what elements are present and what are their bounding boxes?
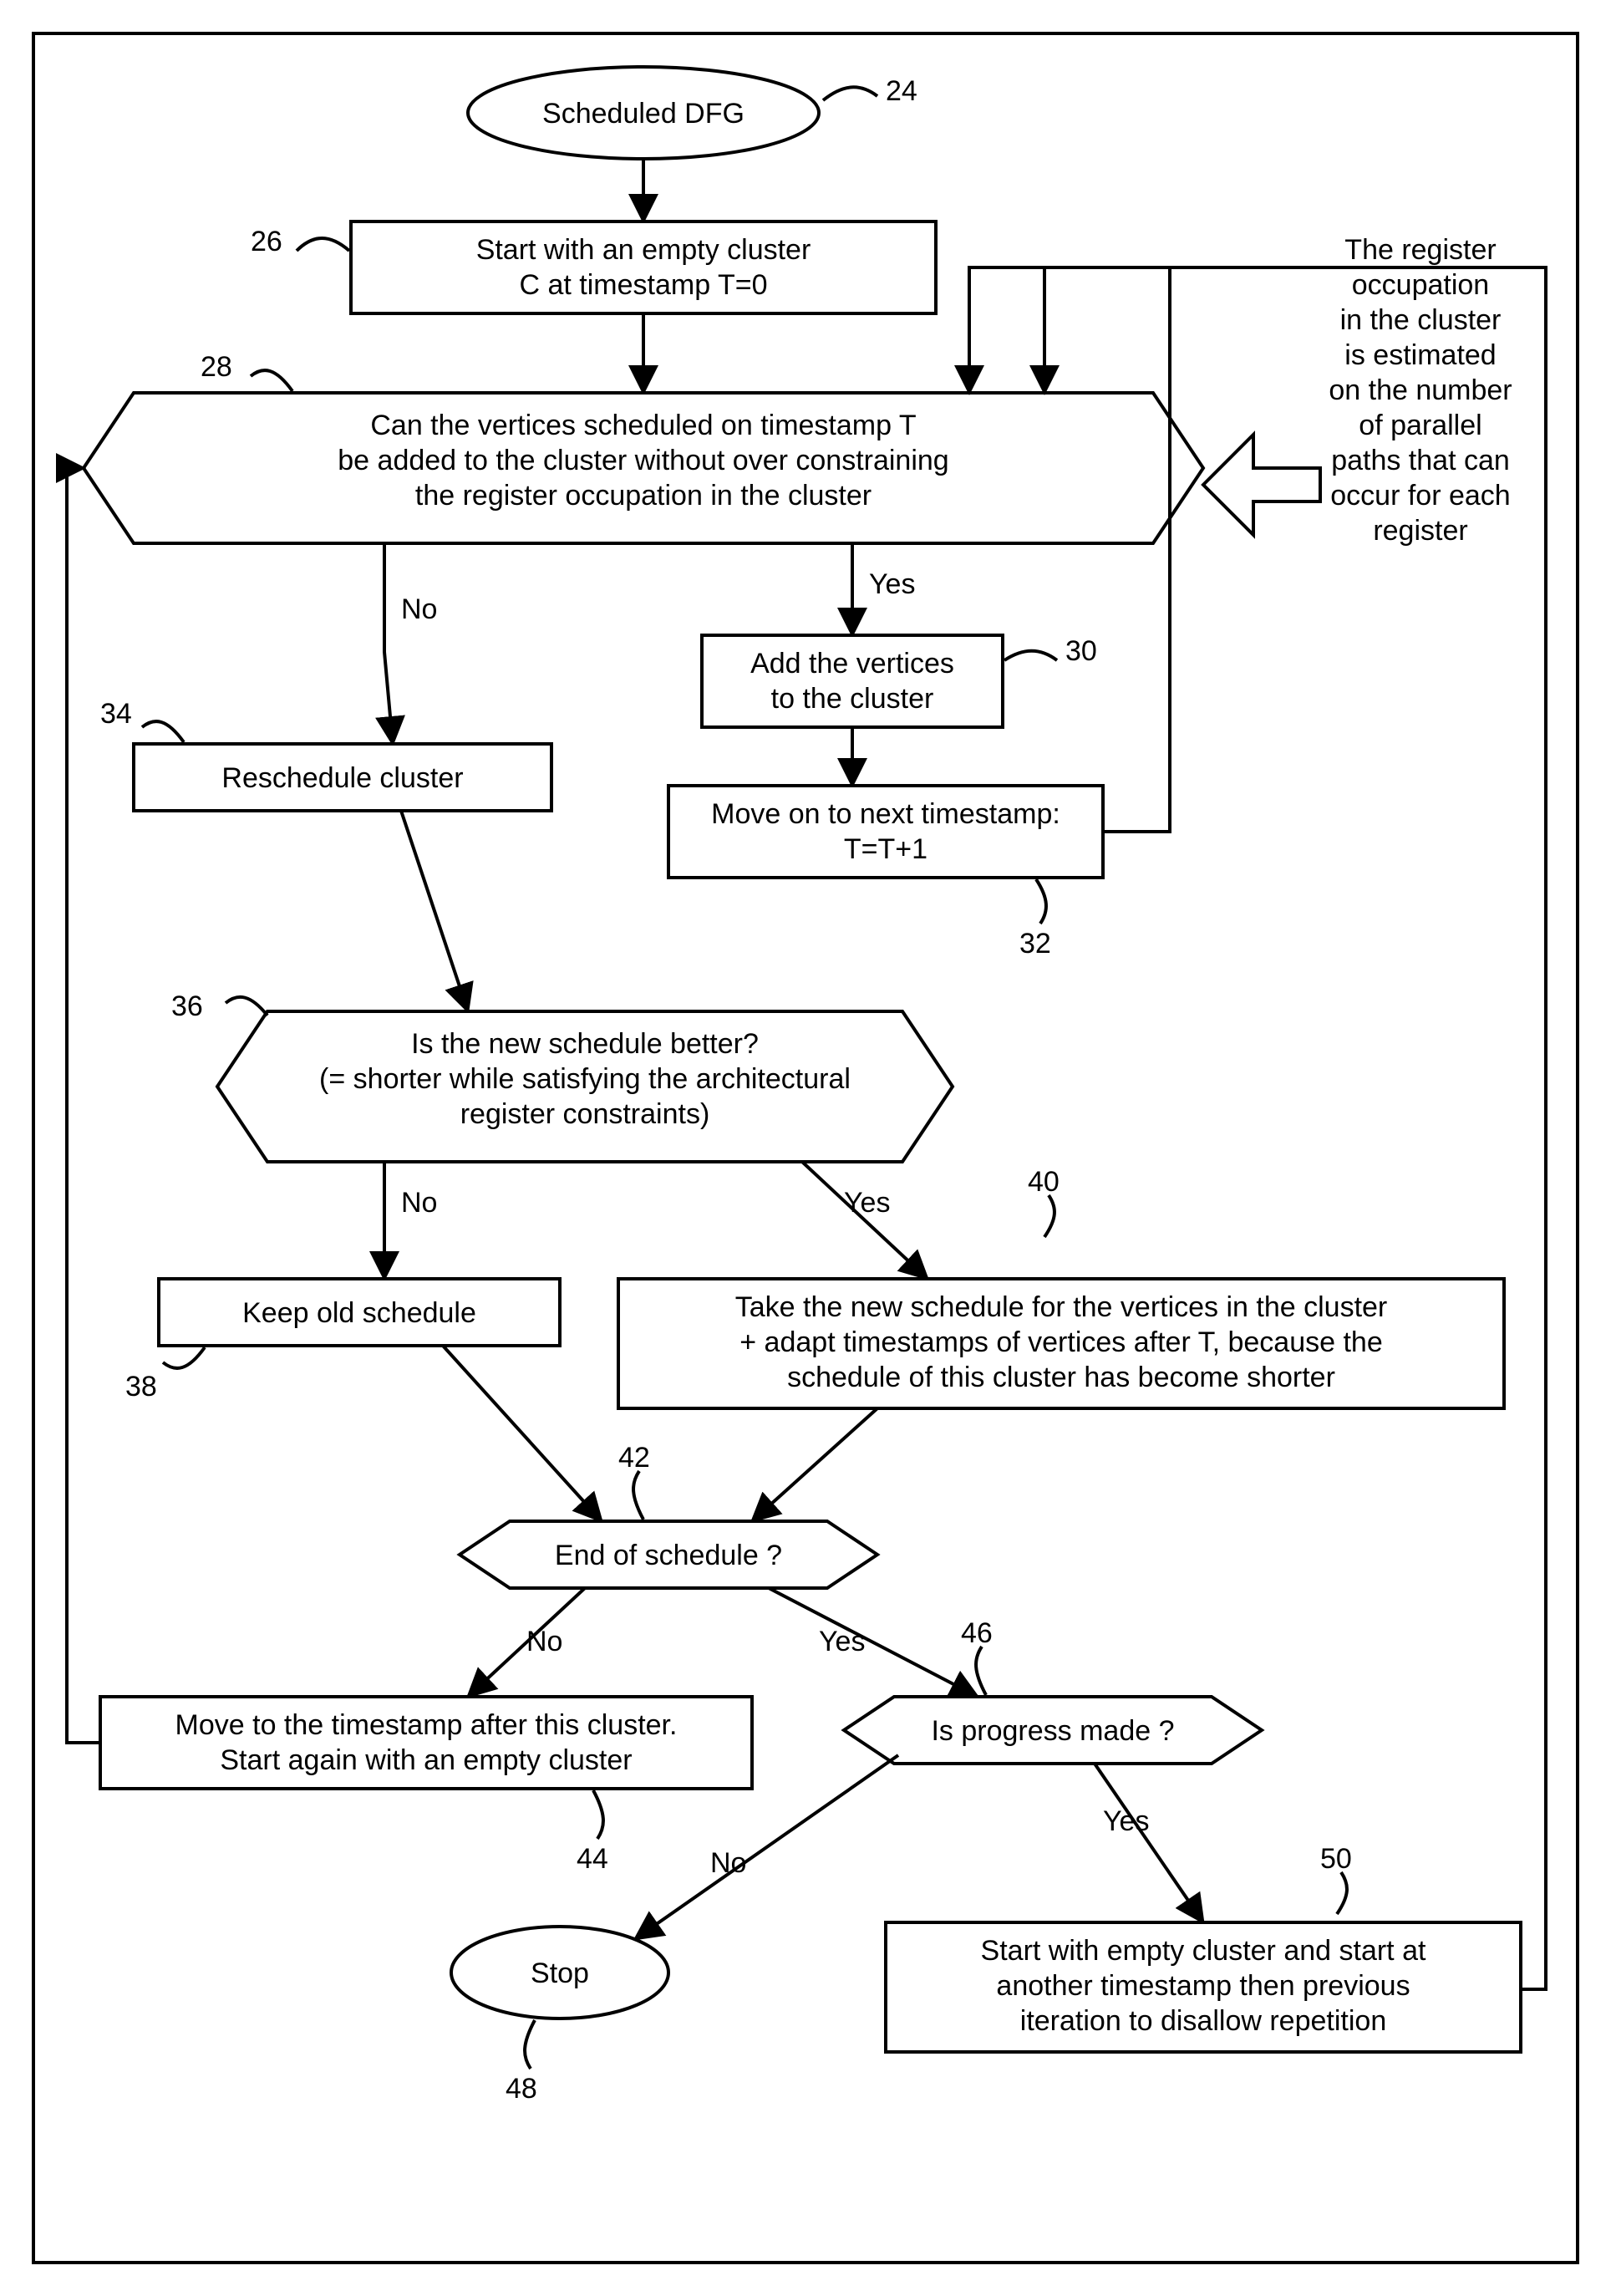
svg-text:End of schedule ?: End of schedule ? bbox=[555, 1540, 782, 1571]
svg-text:Yes: Yes bbox=[844, 1187, 890, 1219]
svg-text:Stop: Stop bbox=[531, 1957, 589, 1989]
ref-40: 40 bbox=[1028, 1166, 1060, 1198]
ref-24: 24 bbox=[886, 75, 917, 107]
svg-text:another timestamp then previou: another timestamp then previous bbox=[996, 1970, 1410, 2002]
ref-26: 26 bbox=[251, 226, 282, 257]
svg-text:Take the new schedule for the: Take the new schedule for the vertices i… bbox=[735, 1291, 1388, 1323]
ref-28: 28 bbox=[201, 351, 232, 383]
svg-text:Is progress made ?: Is progress made ? bbox=[931, 1715, 1174, 1747]
svg-text:Is the new schedule better?: Is the new schedule better? bbox=[411, 1028, 759, 1060]
svg-text:The register: The register bbox=[1344, 234, 1496, 266]
svg-text:T=T+1: T=T+1 bbox=[844, 833, 927, 865]
ref-48: 48 bbox=[506, 2073, 537, 2105]
svg-text:paths that can: paths that can bbox=[1331, 445, 1510, 476]
ref-32: 32 bbox=[1019, 928, 1051, 960]
svg-text:in the cluster: in the cluster bbox=[1340, 304, 1502, 336]
svg-text:C at timestamp T=0: C at timestamp T=0 bbox=[520, 269, 768, 301]
ref-36: 36 bbox=[171, 990, 203, 1022]
svg-text:+ adapt timestamps of vertices: + adapt timestamps of vertices after T, … bbox=[739, 1326, 1383, 1358]
svg-text:Start with an empty cluster: Start with an empty cluster bbox=[476, 234, 811, 266]
svg-text:Keep old schedule: Keep old schedule bbox=[242, 1297, 476, 1329]
start-text: Scheduled DFG bbox=[542, 98, 745, 130]
svg-text:Reschedule cluster: Reschedule cluster bbox=[221, 762, 463, 794]
flowchart: Scheduled DFG 24 Start with an empty clu… bbox=[0, 0, 1611, 2296]
ref-34: 34 bbox=[100, 698, 132, 730]
svg-text:of parallel: of parallel bbox=[1359, 410, 1481, 441]
ref-30: 30 bbox=[1065, 635, 1097, 667]
svg-text:Start again with an empty clus: Start again with an empty cluster bbox=[220, 1744, 632, 1776]
svg-text:Start with empty cluster and s: Start with empty cluster and start at bbox=[981, 1935, 1426, 1967]
svg-text:occur for each: occur for each bbox=[1330, 480, 1510, 512]
ref-38: 38 bbox=[125, 1371, 157, 1403]
svg-text:to the cluster: to the cluster bbox=[771, 683, 934, 715]
svg-text:No: No bbox=[401, 593, 437, 625]
svg-text:register constraints): register constraints) bbox=[460, 1098, 710, 1130]
ref-50: 50 bbox=[1320, 1843, 1352, 1875]
svg-text:the register occupation in the: the register occupation in the cluster bbox=[415, 480, 872, 512]
svg-text:Add the vertices: Add the vertices bbox=[750, 648, 954, 680]
svg-text:register: register bbox=[1373, 515, 1467, 547]
svg-text:No: No bbox=[710, 1847, 746, 1879]
svg-text:No: No bbox=[401, 1187, 437, 1219]
svg-text:Yes: Yes bbox=[819, 1626, 865, 1657]
ref-44: 44 bbox=[577, 1843, 608, 1875]
svg-text:is estimated: is estimated bbox=[1344, 339, 1496, 371]
svg-text:Move on to next timestamp:: Move on to next timestamp: bbox=[711, 798, 1060, 830]
svg-text:on the number: on the number bbox=[1329, 374, 1512, 406]
svg-text:Yes: Yes bbox=[1103, 1805, 1149, 1837]
svg-text:Move to the timestamp after th: Move to the timestamp after this cluster… bbox=[175, 1709, 678, 1741]
ref-42: 42 bbox=[618, 1442, 650, 1474]
svg-text:occupation: occupation bbox=[1352, 269, 1489, 301]
svg-text:Can the vertices scheduled on: Can the vertices scheduled on timestamp … bbox=[370, 410, 916, 441]
ref-46: 46 bbox=[961, 1617, 993, 1649]
svg-text:No: No bbox=[526, 1626, 562, 1657]
svg-text:iteration to disallow repetiti: iteration to disallow repetition bbox=[1020, 2005, 1386, 2037]
svg-text:Yes: Yes bbox=[869, 568, 915, 600]
svg-text:schedule of this cluster has b: schedule of this cluster has become shor… bbox=[787, 1362, 1335, 1393]
svg-text:be added to the cluster withou: be added to the cluster without over con… bbox=[338, 445, 948, 476]
annotation-text: The register occupation in the cluster i… bbox=[1329, 234, 1512, 547]
svg-text:(= shorter while satisfying th: (= shorter while satisfying the architec… bbox=[319, 1063, 851, 1095]
